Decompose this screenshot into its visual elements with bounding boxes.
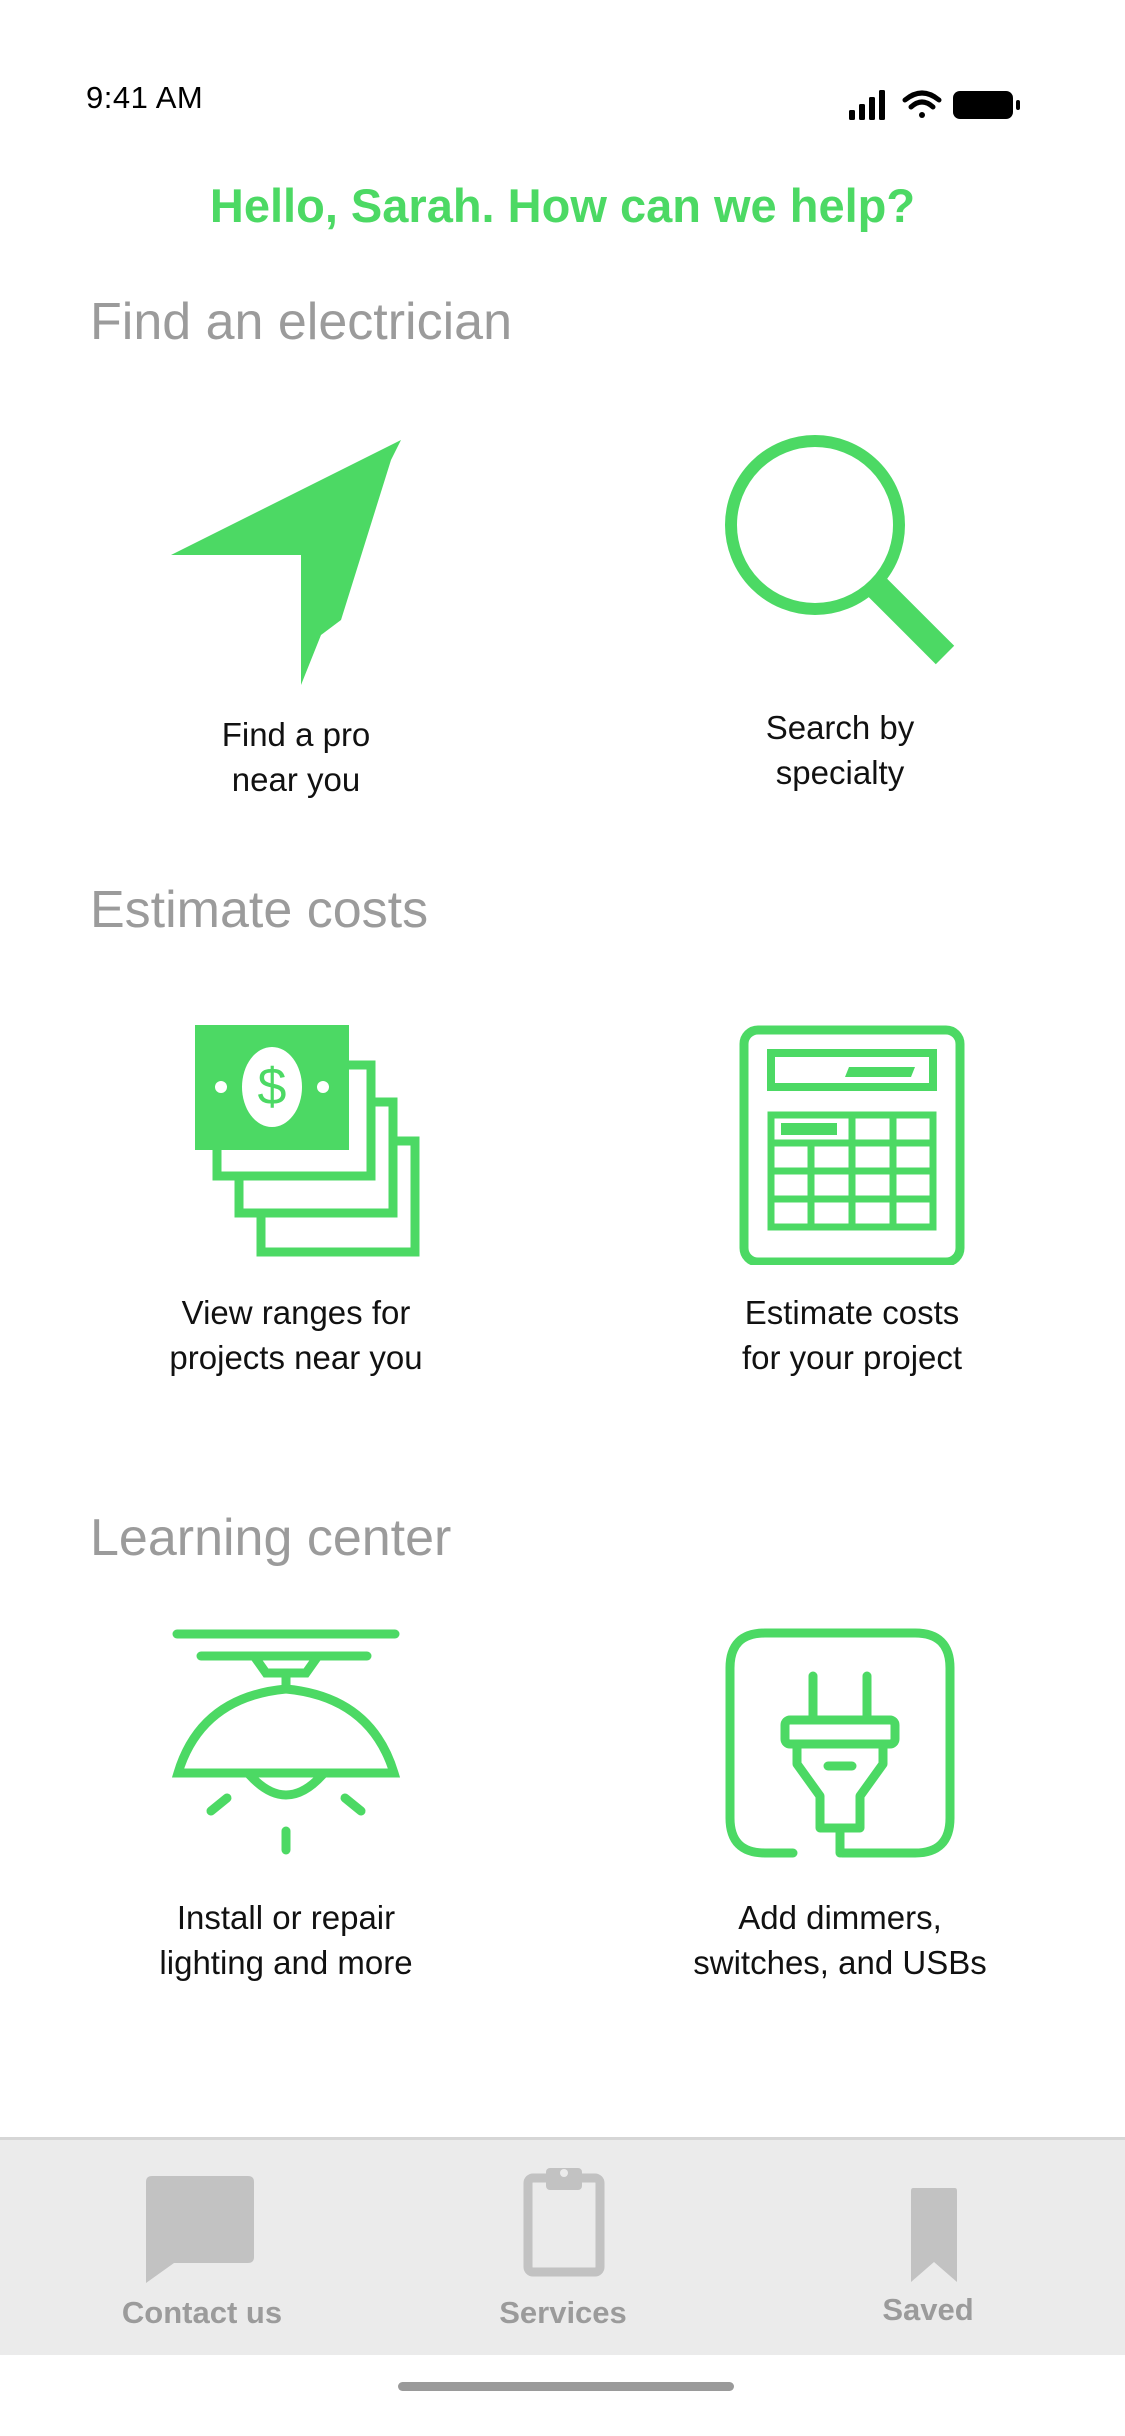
find-pro-label: Find a pro near you	[221, 716, 371, 798]
money-stack-icon: $	[195, 1025, 420, 1257]
section-title-find: Find an electrician	[90, 293, 512, 351]
tab-services[interactable]: Services	[413, 2140, 713, 2355]
estimate-project-tile[interactable]: Estimate costs for your project	[642, 1025, 1062, 1390]
greeting-heading: Hello, Sarah. How can we help?	[209, 179, 916, 232]
dimmers-tile[interactable]: Add dimmers, switches, and USBs	[630, 1628, 1050, 1995]
search-specialty-label: Search by specialty	[765, 709, 915, 791]
calculator-icon	[739, 1025, 965, 1265]
power-plug-icon	[725, 1628, 955, 1858]
section-title-learning: Learning center	[90, 1509, 452, 1567]
status-bar: 9:41 AM	[0, 0, 1125, 200]
tab-contact-us[interactable]: Contact us	[52, 2140, 352, 2355]
estimate-project-label: Estimate costs for your project	[741, 1294, 963, 1376]
tab-saved-label: Saved	[882, 2292, 974, 2327]
battery-icon	[953, 91, 1020, 119]
lighting-tile[interactable]: Install or repair lighting and more	[76, 1625, 496, 1995]
location-arrow-icon	[171, 440, 401, 685]
tab-saved[interactable]: Saved	[778, 2140, 1078, 2355]
search-specialty-tile[interactable]: Search by specialty	[630, 430, 1050, 820]
lighting-label: Install or repair lighting and more	[159, 1899, 413, 1981]
status-time: 9:41 AM	[86, 80, 204, 115]
view-ranges-label: View ranges for projects near you	[169, 1294, 423, 1376]
status-icons	[849, 90, 1020, 120]
tab-bar: Contact us Services Saved	[0, 2137, 1125, 2355]
clipboard-icon	[523, 2168, 605, 2277]
home-indicator[interactable]	[398, 2382, 734, 2391]
tab-contact-us-label: Contact us	[121, 2295, 283, 2330]
ceiling-lamp-icon	[171, 1629, 401, 1855]
signal-icon	[849, 90, 885, 120]
magnifier-icon	[725, 435, 955, 665]
wifi-icon	[902, 90, 942, 118]
find-pro-tile[interactable]: Find a pro near you	[86, 420, 506, 820]
svg-text:$: $	[258, 1058, 287, 1116]
view-ranges-tile[interactable]: $ View ranges for projects near you	[86, 1020, 506, 1390]
dimmers-label: Add dimmers, switches, and USBs	[693, 1899, 987, 1981]
chat-bubble-icon	[146, 2176, 254, 2283]
bookmark-icon	[911, 2188, 957, 2282]
section-title-estimate: Estimate costs	[90, 881, 429, 939]
tab-services-label: Services	[499, 2295, 627, 2330]
